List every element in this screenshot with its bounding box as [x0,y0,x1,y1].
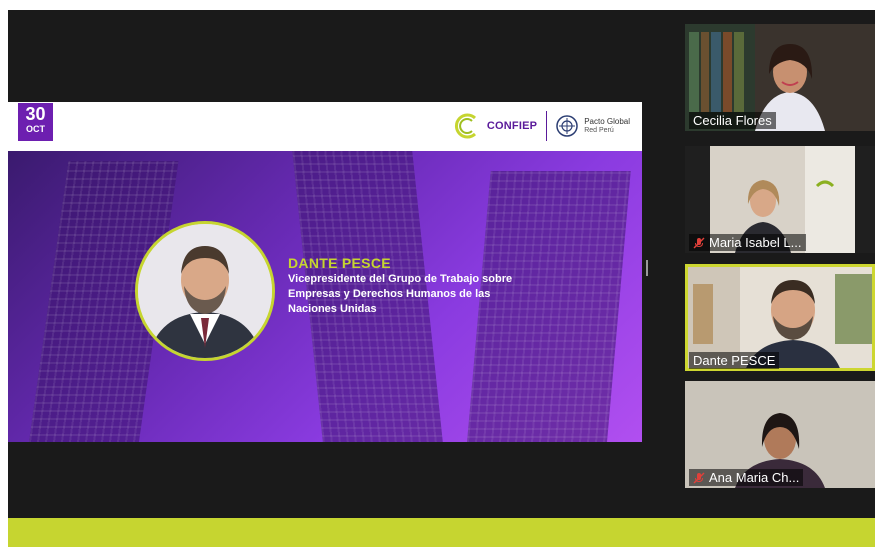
participant-name: Maria Isabel L... [709,235,802,250]
slide-header: 30 OCT CONFIEP Pacto Global Red Perú [8,102,642,151]
participant-tile[interactable]: Maria Isabel L... [685,146,875,253]
shared-screen-slide: 30 OCT CONFIEP Pacto Global Red Perú DAN… [8,102,642,442]
speaker-name: DANTE PESCE [288,255,391,271]
pacto-line1: Pacto Global [584,117,630,126]
mic-muted-icon [693,472,705,483]
participant-tile[interactable]: Ana Maria Ch... [685,381,875,488]
participant-tile[interactable]: Cecilia Flores [685,24,875,131]
split-view-handle[interactable] [646,260,648,276]
confiep-logo-icon [454,113,476,139]
participant-name: Dante PESCE [693,353,776,368]
date-badge: 30 OCT [18,103,53,141]
logo-separator [546,111,548,141]
participant-name-label: Maria Isabel L... [689,234,806,251]
pacto-line2: Red Perú [584,127,614,134]
speaker-photo [135,221,275,361]
sponsor-logos: CONFIEP Pacto Global Red Perú [453,109,630,143]
bottom-banner [8,518,875,547]
date-month: OCT [26,124,45,134]
meeting-window: 30 OCT CONFIEP Pacto Global Red Perú DAN… [8,10,875,518]
slide-body: DANTE PESCE Vicepresidente del Grupo de … [8,151,642,442]
speaker-portrait-image [138,224,272,358]
speaker-title: Vicepresidente del Grupo de Trabajo sobr… [288,273,513,315]
participant-name: Ana Maria Ch... [709,470,800,485]
confiep-logo-text: CONFIEP [486,120,538,132]
un-global-compact-icon [556,115,578,137]
participant-tile-active[interactable]: Dante PESCE [685,264,875,371]
date-day: 30 [25,104,46,124]
participant-name-label: Cecilia Flores [689,112,776,129]
pacto-global-logo: Pacto Global Red Perú [584,117,630,135]
participant-name-label: Dante PESCE [689,352,780,369]
participant-name-label: Ana Maria Ch... [689,469,804,486]
mic-muted-icon [693,237,705,248]
participant-name: Cecilia Flores [693,113,772,128]
